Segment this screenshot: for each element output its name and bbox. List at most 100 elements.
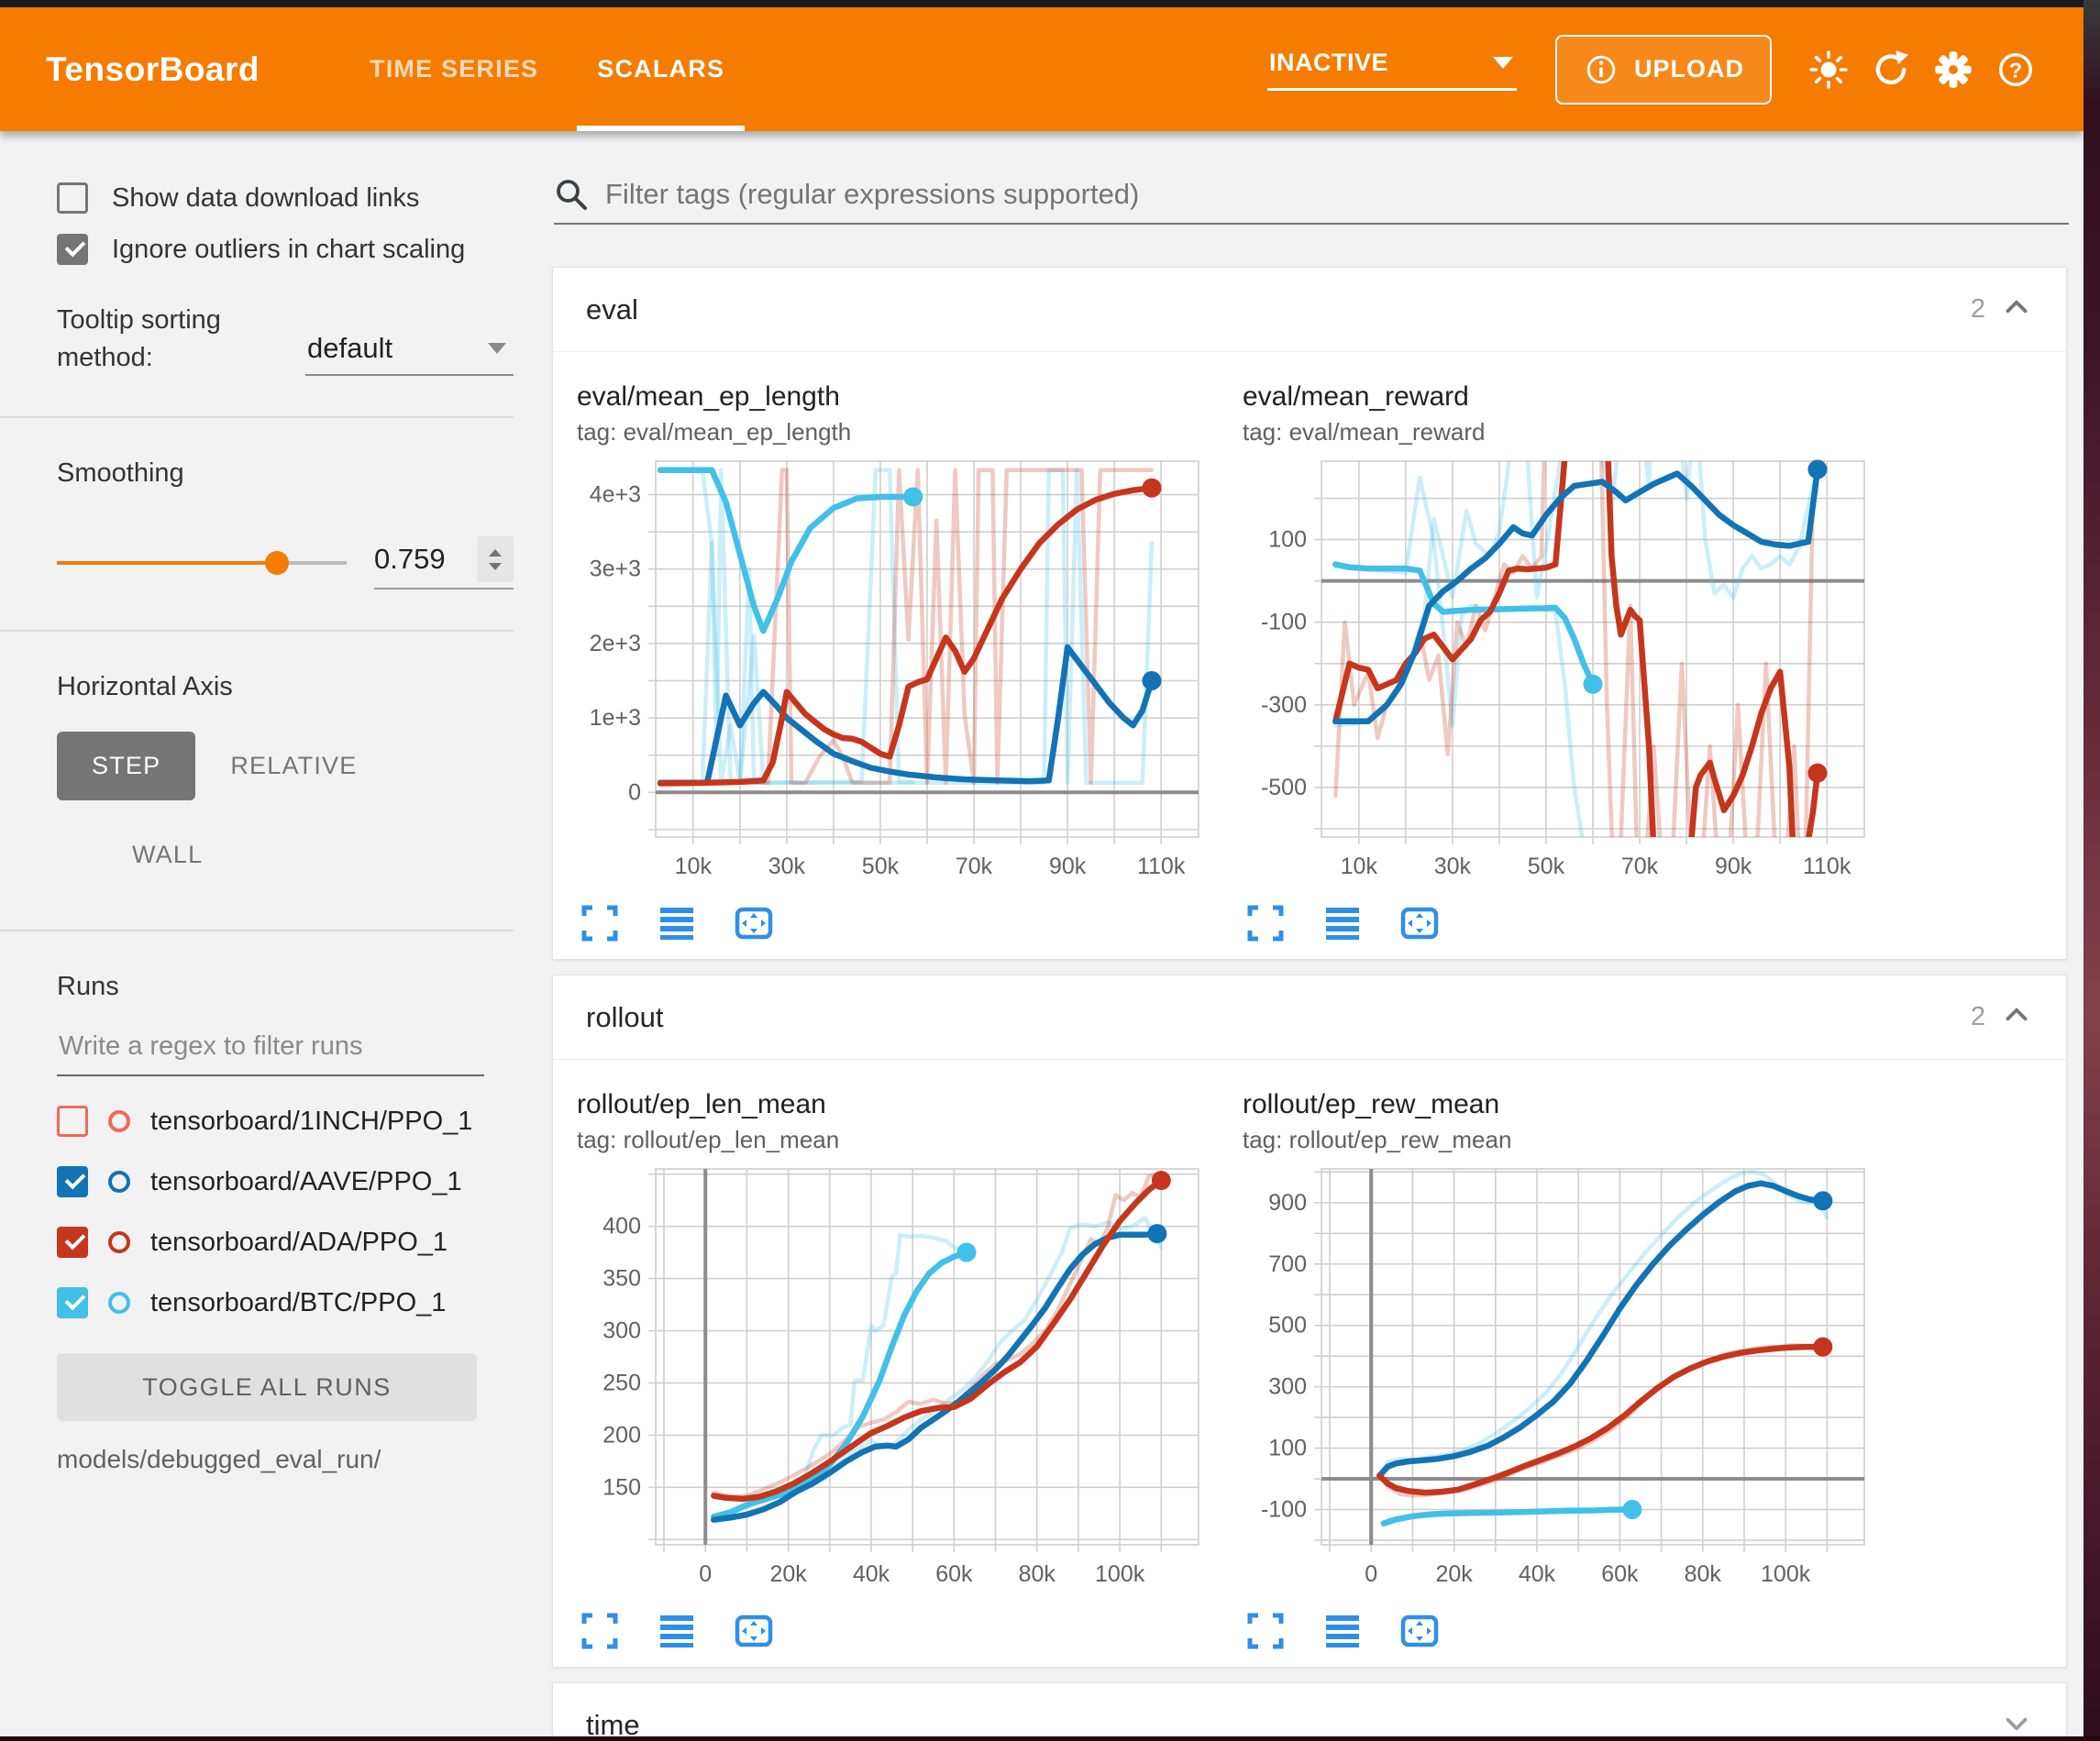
raw-series-tensorboard/ADA/PPO_1 (713, 1174, 1157, 1497)
data-series-button[interactable] (1321, 902, 1364, 944)
raw-series-tensorboard/ADA/PPO_1 (1379, 1345, 1827, 1495)
expand-chart-button[interactable] (1244, 902, 1287, 944)
expand-chart-button[interactable] (579, 902, 621, 944)
run-row[interactable]: tensorboard/AAVE/PPO_1 (57, 1166, 514, 1197)
chart-tag: tag: eval/mean_ep_length (577, 418, 1224, 446)
svg-text:?: ? (2009, 58, 2022, 82)
svg-text:-100: -100 (1261, 1497, 1307, 1523)
fullscreen-icon (580, 904, 619, 942)
line-chart[interactable]: 150200250300350400020k40k60k80k100k (571, 1162, 1213, 1592)
help-button[interactable]: ? (1984, 39, 2047, 101)
chart-actions (1244, 1610, 1890, 1652)
series-end-dot (1147, 1224, 1166, 1243)
series-end-dot (1807, 764, 1827, 783)
smoothing-value: 0.759 (374, 543, 477, 576)
run-color-circle[interactable] (108, 1110, 130, 1132)
fit-to-data-icon (1400, 904, 1439, 942)
run-row[interactable]: tensorboard/ADA/PPO_1 (57, 1227, 514, 1258)
checkbox-icon[interactable] (57, 234, 88, 265)
axis-wall-button[interactable]: WALL (97, 821, 238, 889)
run-color-circle[interactable] (108, 1292, 130, 1314)
smoothed-series-tensorboard/AAVE/PPO_1 (713, 1234, 1157, 1520)
run-color-circle[interactable] (108, 1231, 130, 1253)
axis-step-button[interactable]: STEP (57, 732, 195, 800)
svg-text:60k: 60k (1601, 1561, 1639, 1587)
data-series-button[interactable] (1321, 1610, 1364, 1652)
chart-card: rollout/ep_rew_meantag: rollout/ep_rew_m… (1237, 1080, 1890, 1663)
show-download-links-checkbox[interactable]: Show data download links (57, 182, 514, 214)
refresh-icon (1871, 50, 1911, 90)
runs-filter-input[interactable] (57, 1031, 484, 1076)
series-end-dot (1807, 460, 1827, 479)
slider-handle[interactable] (265, 551, 289, 575)
fit-domain-button[interactable] (1398, 902, 1441, 944)
data-series-button[interactable] (656, 1610, 698, 1652)
tab-scalars[interactable]: SCALARS (568, 7, 754, 131)
smoothing-slider[interactable] (57, 561, 347, 565)
fit-domain-button[interactable] (733, 902, 775, 944)
checkbox-icon[interactable] (57, 182, 88, 214)
step-down-icon[interactable] (489, 563, 502, 570)
run-checkbox[interactable] (57, 1106, 88, 1137)
collapse-section-icon[interactable] (2000, 291, 2033, 328)
run-color-circle[interactable] (108, 1171, 130, 1193)
tooltip-sorting-select[interactable]: default (305, 332, 514, 376)
run-checkbox[interactable] (57, 1227, 88, 1258)
chart-title: eval/mean_ep_length (577, 381, 1224, 413)
svg-text:40k: 40k (853, 1561, 890, 1587)
line-chart[interactable]: 900700500300100-100020k40k60k80k100k (1237, 1162, 1879, 1592)
svg-text:4e+3: 4e+3 (590, 482, 641, 508)
expand-chart-button[interactable] (579, 1610, 621, 1652)
chart-title: eval/mean_reward (1243, 381, 1890, 413)
svg-text:110k: 110k (1137, 854, 1186, 879)
fullscreen-icon (580, 1612, 619, 1650)
chart-title: rollout/ep_len_mean (577, 1089, 1224, 1120)
brightness-toggle-button[interactable] (1797, 39, 1860, 101)
desktop-background-edge (2083, 0, 2100, 1741)
svg-text:900: 900 (1268, 1190, 1307, 1216)
settings-button[interactable] (1922, 39, 1984, 101)
collapse-section-icon[interactable] (2000, 998, 2033, 1036)
line-chart[interactable]: 01e+32e+33e+34e+310k30k50k70k90k110k (571, 454, 1213, 885)
svg-text:50k: 50k (1528, 854, 1565, 879)
run-label: tensorboard/BTC/PPO_1 (150, 1288, 446, 1318)
lines-icon (1323, 1612, 1362, 1650)
ignore-outliers-checkbox[interactable]: Ignore outliers in chart scaling (57, 234, 514, 265)
svg-text:250: 250 (602, 1370, 641, 1395)
line-chart[interactable]: 100-100-300-50010k30k50k70k90k110k (1237, 454, 1879, 885)
fit-domain-button[interactable] (733, 1610, 775, 1652)
divider (0, 416, 514, 418)
svg-text:350: 350 (602, 1266, 641, 1292)
chevron-down-icon (488, 343, 506, 354)
search-icon (554, 177, 589, 212)
smoothing-stepper[interactable] (477, 536, 514, 582)
reload-button[interactable] (1860, 39, 1922, 101)
series-end-dot (1584, 675, 1603, 694)
step-up-icon[interactable] (489, 549, 502, 556)
runs-label: Runs (57, 972, 514, 1002)
section-header-eval[interactable]: eval 2 (553, 268, 2066, 352)
run-status-select[interactable]: INACTIVE (1267, 49, 1517, 91)
fit-domain-button[interactable] (1398, 1610, 1441, 1652)
run-checkbox[interactable] (57, 1287, 88, 1318)
section-header-rollout[interactable]: rollout 2 (553, 975, 2066, 1060)
upload-button[interactable]: UPLOAD (1555, 35, 1772, 105)
axis-relative-button[interactable]: RELATIVE (195, 732, 392, 800)
section-card-rollout: rollout 2 rollout/ep_len_meantag: rollou… (552, 975, 2067, 1668)
toggle-all-runs-button[interactable]: TOGGLE ALL RUNS (57, 1353, 477, 1421)
tab-time-series[interactable]: TIME SERIES (340, 7, 568, 131)
run-checkbox[interactable] (57, 1166, 88, 1197)
section-card-eval: eval 2 eval/mean_ep_length tag: eval/mean… (552, 267, 2067, 960)
svg-text:80k: 80k (1685, 1561, 1722, 1587)
expand-chart-button[interactable] (1244, 1610, 1287, 1652)
divider (0, 930, 514, 931)
data-series-button[interactable] (656, 902, 698, 944)
filter-tags-input[interactable] (603, 177, 2069, 212)
svg-text:0: 0 (699, 1561, 712, 1587)
expand-section-icon[interactable] (2000, 1707, 2033, 1737)
series-end-dot (903, 487, 923, 506)
run-row[interactable]: tensorboard/BTC/PPO_1 (57, 1287, 514, 1318)
svg-text:10k: 10k (1341, 854, 1378, 879)
run-row[interactable]: tensorboard/1INCH/PPO_1 (57, 1106, 514, 1137)
section-header-time[interactable]: time (553, 1683, 2066, 1736)
